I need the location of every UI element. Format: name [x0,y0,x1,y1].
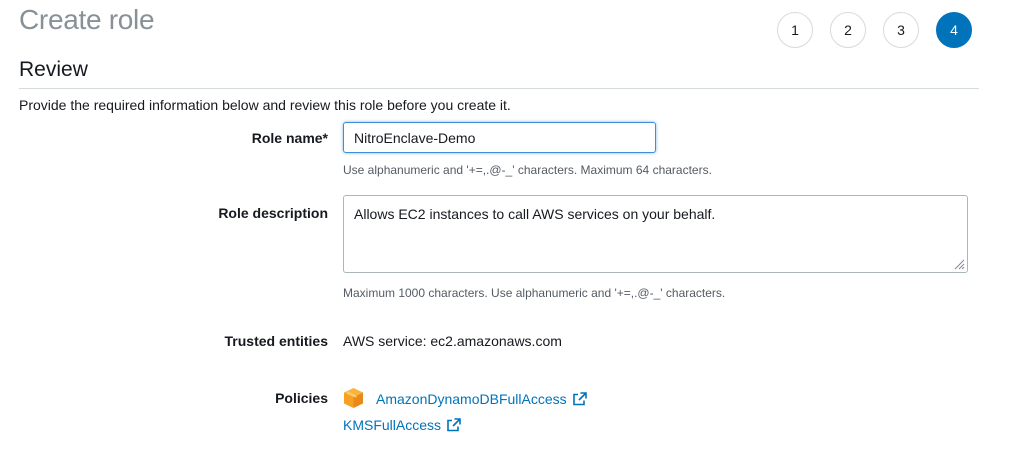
policy-link-dynamodb[interactable]: AmazonDynamoDBFullAccess [376,391,587,407]
step-4-button[interactable]: 4 [936,12,972,48]
external-link-icon[interactable] [572,392,587,406]
trusted-entities-value: AWS service: ec2.amazonaws.com [343,333,562,349]
section-title: Review [19,58,88,81]
policy-link-label[interactable]: KMSFullAccess [343,417,441,433]
external-link-icon[interactable] [446,418,461,432]
role-name-label: Role name* [251,130,328,146]
policies-label: Policies [275,390,328,406]
role-description-textarea[interactable]: Allows EC2 instances to call AWS service… [343,195,968,273]
role-name-hint: Use alphanumeric and '+=,.@-_' character… [343,163,712,177]
step-3-button[interactable]: 3 [883,12,919,48]
step-2-button[interactable]: 2 [830,12,866,48]
wizard-steps: 1 2 3 4 [777,12,972,48]
role-description-label: Role description [218,205,328,221]
role-description-hint: Maximum 1000 characters. Use alphanumeri… [343,286,726,300]
role-name-input[interactable] [343,122,656,153]
aws-managed-policy-box-icon [344,388,363,408]
page-title: Create role [19,4,155,35]
section-divider [19,88,979,89]
resize-grip-icon[interactable] [953,258,965,270]
intro-text: Provide the required information below a… [19,97,511,113]
step-1-button[interactable]: 1 [777,12,813,48]
policy-link-kms[interactable]: KMSFullAccess [343,417,461,433]
trusted-entities-label: Trusted entities [224,333,328,349]
policy-link-label[interactable]: AmazonDynamoDBFullAccess [376,391,567,407]
